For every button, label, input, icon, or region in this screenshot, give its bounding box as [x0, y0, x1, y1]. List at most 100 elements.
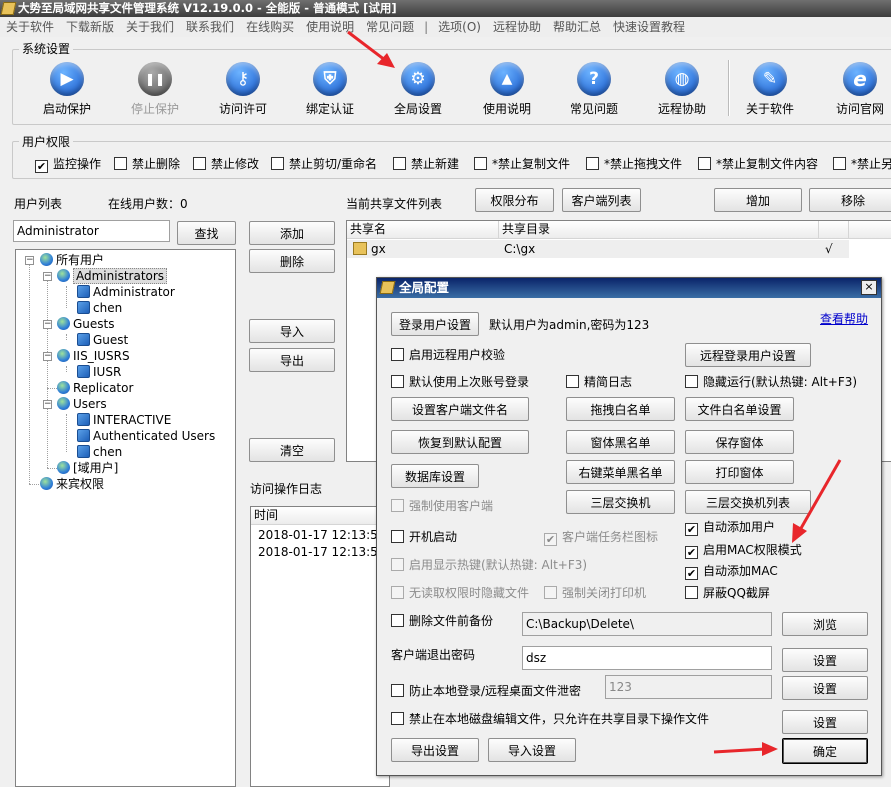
tree-node-authenticated-users[interactable]: Authenticated Users	[77, 428, 215, 444]
default-last-login-checkbox[interactable]	[391, 375, 404, 388]
share-add-button[interactable]: 增加	[714, 188, 802, 212]
auto-start[interactable]: 开机启动	[391, 530, 457, 544]
log-time-header[interactable]: 时间	[251, 507, 390, 525]
manual-button[interactable]: ▲ 使用说明	[464, 52, 550, 124]
force-client-checkbox[interactable]	[391, 499, 404, 512]
prevent-leak-checkbox[interactable]	[391, 684, 404, 697]
auto-start-checkbox[interactable]	[391, 530, 404, 543]
prevent-leak[interactable]: 防止本地登录/远程桌面文件泄密	[391, 684, 581, 698]
enable-remote-check[interactable]: 启用远程用户校验	[391, 348, 505, 362]
perm-monitor-checkbox[interactable]: ✔	[35, 160, 48, 173]
tree-node-chen-users[interactable]: chen	[77, 444, 122, 460]
enable-mac-mode-checkbox[interactable]: ✔	[685, 546, 698, 559]
access-permission-button[interactable]: ⚷ 访问许可	[200, 52, 286, 124]
restore-default-button[interactable]: 恢复到默认配置	[391, 430, 529, 454]
tree-node-users[interactable]: Users	[57, 396, 107, 412]
prevent-leak-set-button[interactable]: 设置	[782, 676, 868, 700]
drag-whitelist-button[interactable]: 拖拽白名单	[566, 397, 675, 421]
force-client[interactable]: 强制使用客户端	[391, 499, 493, 513]
perm-no-copy-file-checkbox[interactable]	[474, 157, 487, 170]
client-list-button[interactable]: 客户端列表	[562, 188, 641, 212]
share-dir-header[interactable]: 共享目录	[499, 221, 819, 239]
database-settings-button[interactable]: 数据库设置	[391, 464, 479, 488]
forbid-local-edit[interactable]: 禁止在本地磁盘编辑文件，只允许在共享目录下操作文件	[391, 712, 709, 726]
block-qq-screenshot-checkbox[interactable]	[685, 586, 698, 599]
tree-node-replicator[interactable]: Replicator	[57, 380, 133, 396]
perm-no-modify[interactable]: 禁止修改	[193, 155, 259, 172]
tree-node-interactive[interactable]: INTERACTIVE	[77, 412, 171, 428]
enable-hotkey-checkbox[interactable]	[391, 558, 404, 571]
menu-download[interactable]: 下载新版	[60, 17, 120, 37]
tree-node-guest[interactable]: Guest	[77, 332, 128, 348]
tree-node-iis-iusrs[interactable]: IIS_IUSRS	[57, 348, 130, 364]
perm-monitor[interactable]: ✔ 监控操作	[35, 155, 101, 173]
export-settings-button[interactable]: 导出设置	[391, 738, 479, 762]
user-search-input[interactable]: Administrator	[13, 220, 170, 242]
permission-distribution-button[interactable]: 权限分布	[475, 188, 554, 212]
delete-button[interactable]: 删除	[249, 249, 335, 273]
help-link[interactable]: 查看帮助	[820, 312, 868, 326]
perm-no-drag-file-checkbox[interactable]	[586, 157, 599, 170]
hide-no-read-permission[interactable]: 无读取权限时隐藏文件	[391, 586, 529, 600]
tree-node-guest-permissions[interactable]: 来宾权限	[40, 476, 104, 492]
menu-remote[interactable]: 远程协助	[487, 17, 547, 37]
perm-no-other-checkbox[interactable]	[833, 157, 846, 170]
perm-no-create[interactable]: 禁止新建	[393, 155, 459, 172]
export-button[interactable]: 导出	[249, 348, 335, 372]
layer3-switch-button[interactable]: 三层交换机	[566, 490, 675, 514]
about-software-button[interactable]: ✎ 关于软件	[727, 52, 813, 124]
share-row[interactable]	[347, 240, 849, 258]
remote-login-settings-button[interactable]: 远程登录用户设置	[685, 343, 811, 367]
window-blacklist-button[interactable]: 窗体黑名单	[566, 430, 675, 454]
collapse-root[interactable]: −	[25, 256, 34, 265]
auto-add-mac-checkbox[interactable]: ✔	[685, 567, 698, 580]
tree-node-administrators[interactable]: Administrators	[57, 268, 168, 284]
perm-no-copy-content-checkbox[interactable]	[698, 157, 711, 170]
layer3-switch-list-button[interactable]: 三层交换机列表	[685, 490, 811, 514]
save-window-button[interactable]: 保存窗体	[685, 430, 794, 454]
menu-options[interactable]: 选项(O)	[432, 17, 487, 37]
brief-log[interactable]: 精简日志	[566, 375, 632, 389]
brief-log-checkbox[interactable]	[566, 375, 579, 388]
client-filename-button[interactable]: 设置客户端文件名	[391, 397, 529, 421]
print-window-button[interactable]: 打印窗体	[685, 460, 794, 484]
close-icon[interactable]: ×	[861, 280, 877, 295]
forbid-local-edit-set-button[interactable]: 设置	[782, 710, 868, 734]
collapse-users[interactable]: −	[43, 400, 52, 409]
backup-before-delete[interactable]: 删除文件前备份	[391, 614, 493, 628]
force-close-printer[interactable]: 强制关闭打印机	[544, 586, 646, 600]
perm-no-cut-rename[interactable]: 禁止剪切/重命名	[271, 155, 377, 172]
tree-node-domain-users[interactable]: [域用户]	[57, 460, 118, 476]
tree-node-iusr[interactable]: IUSR	[77, 364, 121, 380]
enable-remote-check-checkbox[interactable]	[391, 348, 404, 361]
hidden-run-checkbox[interactable]	[685, 375, 698, 388]
official-site-button[interactable]: e 访问官网	[817, 52, 891, 124]
hidden-run[interactable]: 隐藏运行(默认热键: Alt+F3)	[685, 375, 857, 389]
import-settings-button[interactable]: 导入设置	[488, 738, 576, 762]
perm-no-copy-file[interactable]: *禁止复制文件	[474, 155, 570, 172]
tree-node-guests[interactable]: Guests	[57, 316, 115, 332]
clear-button[interactable]: 清空	[249, 438, 335, 462]
exit-password-set-button[interactable]: 设置	[782, 648, 868, 672]
client-tray-icon[interactable]: ✔ 客户端任务栏图标	[544, 530, 658, 546]
share-name-header[interactable]: 共享名	[347, 221, 499, 239]
remote-assist-button[interactable]: ◍ 远程协助	[639, 52, 725, 124]
menu-about-us[interactable]: 关于我们	[120, 17, 180, 37]
menu-about-software[interactable]: 关于软件	[0, 17, 60, 37]
collapse-iis-iusrs[interactable]: −	[43, 352, 52, 361]
client-tray-icon-checkbox[interactable]: ✔	[544, 533, 557, 546]
tree-node-chen[interactable]: chen	[77, 300, 122, 316]
menu-contact[interactable]: 联系我们	[180, 17, 240, 37]
perm-no-create-checkbox[interactable]	[393, 157, 406, 170]
import-button[interactable]: 导入	[249, 319, 335, 343]
block-qq-screenshot[interactable]: 屏蔽QQ截屏	[685, 586, 770, 600]
perm-no-delete[interactable]: 禁止删除	[114, 155, 180, 172]
start-protection-button[interactable]: ▶ 启动保护	[24, 52, 110, 124]
enable-mac-mode[interactable]: ✔ 启用MAC权限模式	[685, 543, 802, 559]
browse-button[interactable]: 浏览	[782, 612, 868, 636]
perm-no-copy-content[interactable]: *禁止复制文件内容	[698, 155, 818, 172]
forbid-local-edit-checkbox[interactable]	[391, 712, 404, 725]
menu-help[interactable]: 帮助汇总	[547, 17, 607, 37]
backup-before-delete-checkbox[interactable]	[391, 614, 404, 627]
perm-no-other[interactable]: *禁止另	[833, 155, 891, 172]
